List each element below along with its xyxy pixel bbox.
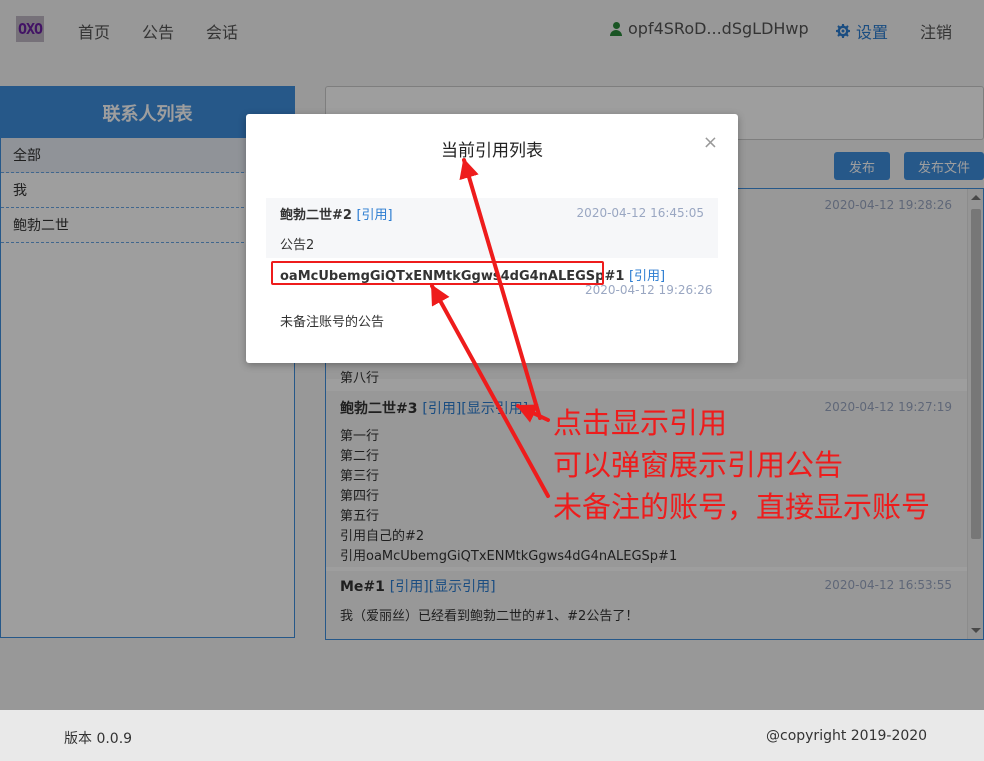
annotation-arrows	[430, 158, 550, 498]
arrow-to-title	[459, 158, 542, 420]
annotation-line-3: 未备注的账号，直接显示账号	[553, 490, 931, 524]
arrow-to-show-quote	[516, 404, 550, 423]
annotation-line-1: 点击显示引用	[553, 406, 728, 440]
annotation-line-2: 可以弹窗展示引用公告	[553, 448, 844, 482]
